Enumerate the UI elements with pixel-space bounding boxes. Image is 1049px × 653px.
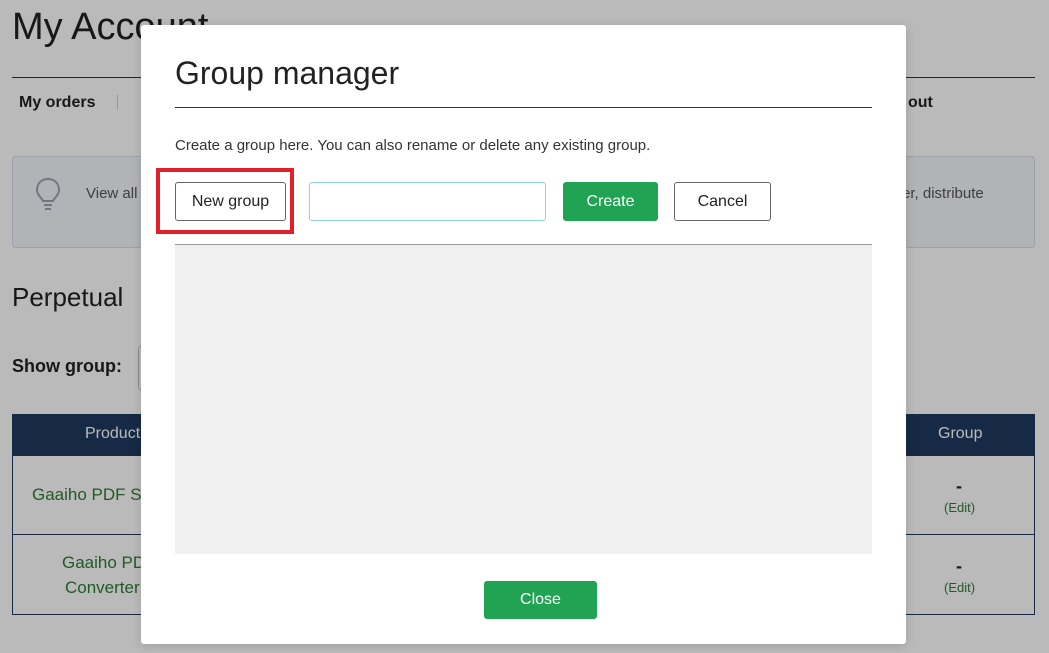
close-button[interactable]: Close (484, 581, 597, 619)
create-button[interactable]: Create (563, 182, 658, 221)
page: My Account My orders gn out View all all… (0, 0, 1049, 653)
dialog-title: Group manager (175, 55, 400, 91)
highlight-box (156, 168, 294, 234)
dialog-description: Create a group here. You can also rename… (175, 137, 651, 154)
dialog-title-divider (175, 107, 872, 108)
group-name-input[interactable] (309, 182, 546, 221)
group-manager-dialog: Group manager Create a group here. You c… (141, 25, 906, 644)
cancel-button[interactable]: Cancel (674, 182, 771, 221)
group-list-area[interactable] (175, 244, 872, 554)
